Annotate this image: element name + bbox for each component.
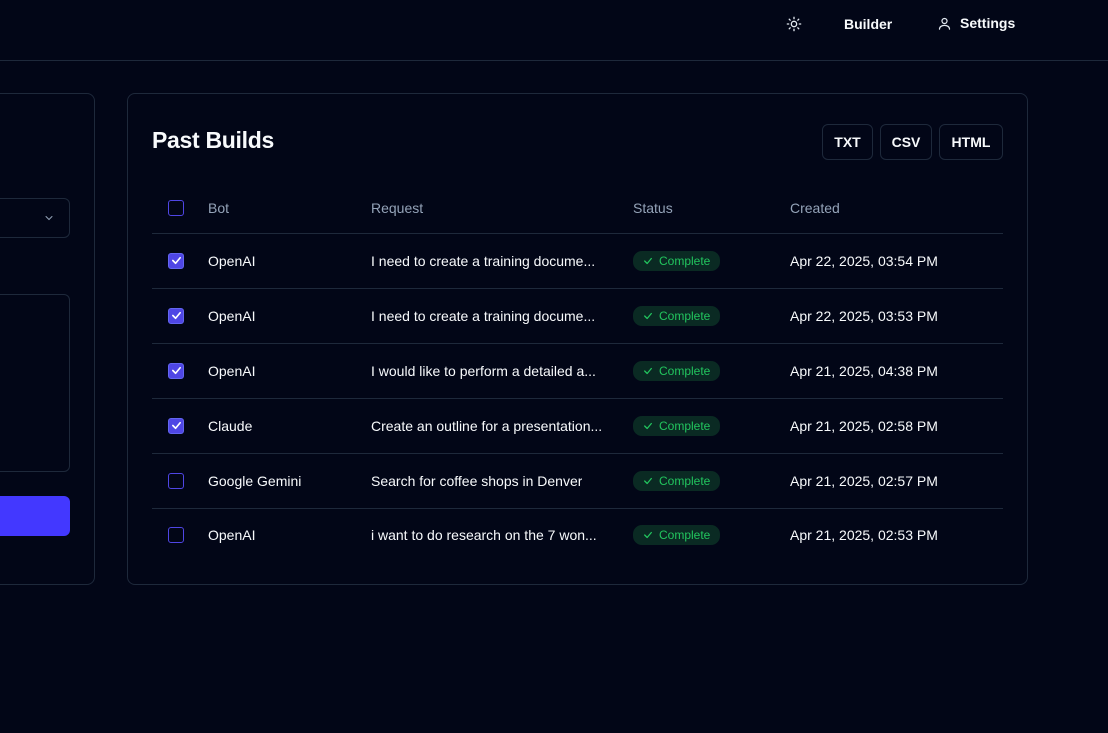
status-label: Complete xyxy=(659,473,711,488)
row-request: i want to do research on the 7 won... xyxy=(371,527,597,544)
column-header-status[interactable]: Status xyxy=(633,184,790,234)
status-label: Complete xyxy=(659,253,711,268)
check-icon xyxy=(644,257,652,264)
status-label: Complete xyxy=(659,363,711,378)
check-icon xyxy=(171,366,181,375)
nav-builder-link[interactable]: Builder xyxy=(844,16,892,32)
row-checkbox[interactable] xyxy=(168,362,184,379)
check-icon xyxy=(171,256,181,265)
top-nav: Builder Settings xyxy=(0,0,1108,61)
chevron-down-icon xyxy=(45,216,53,221)
export-html-button[interactable]: HTML xyxy=(939,124,1003,160)
row-request: I need to create a training docume... xyxy=(371,253,596,270)
past-builds-card: Past Builds TXT CSV HTML Bot Request Sta… xyxy=(127,93,1028,585)
row-request: Create an outline for a presentation... xyxy=(371,418,603,435)
column-header-bot[interactable]: Bot xyxy=(208,184,371,234)
status-badge: Complete xyxy=(633,305,721,326)
table-row[interactable]: OpenAI I need to create a training docum… xyxy=(152,288,1003,344)
row-bot: OpenAI xyxy=(208,526,256,543)
bot-select[interactable] xyxy=(0,198,70,238)
sun-icon xyxy=(786,16,802,32)
check-icon xyxy=(644,531,652,538)
status-badge: Complete xyxy=(633,250,721,271)
row-created: Apr 21, 2025, 02:57 PM xyxy=(790,453,1003,509)
row-checkbox[interactable] xyxy=(168,417,184,434)
nav-settings-label: Settings xyxy=(960,15,1016,31)
table-row[interactable]: Claude Create an outline for a presentat… xyxy=(152,398,1003,454)
table-row[interactable]: OpenAI I need to create a training docum… xyxy=(152,233,1003,289)
export-csv-button[interactable]: CSV xyxy=(880,124,932,160)
row-bot: OpenAI xyxy=(208,343,371,399)
row-created: Apr 22, 2025, 03:54 PM xyxy=(790,233,1003,289)
row-request: I need to create a training docume... xyxy=(371,308,596,325)
row-bot: Google Gemini xyxy=(208,453,371,509)
row-checkbox[interactable] xyxy=(168,307,184,324)
column-header-created[interactable]: Created xyxy=(790,184,1003,234)
check-icon xyxy=(644,422,652,429)
status-badge: Complete xyxy=(633,415,721,436)
row-bot: OpenAI xyxy=(208,288,371,344)
row-request: I would like to perform a detailed a... xyxy=(371,363,596,380)
select-all-checkbox[interactable] xyxy=(168,200,184,217)
request-textarea[interactable] xyxy=(0,294,70,472)
check-icon xyxy=(644,312,652,319)
column-header-request[interactable]: Request xyxy=(371,184,633,234)
builds-table: Bot Request Status Created OpenAI I need… xyxy=(152,184,1003,561)
check-icon xyxy=(644,367,652,374)
export-txt-button[interactable]: TXT xyxy=(822,124,873,160)
status-badge: Complete xyxy=(633,524,721,545)
theme-toggle-button[interactable] xyxy=(785,15,803,33)
row-checkbox[interactable] xyxy=(168,252,184,269)
row-created: Apr 21, 2025, 02:53 PM xyxy=(790,526,938,543)
status-badge: Complete xyxy=(633,360,721,381)
row-created: Apr 21, 2025, 04:38 PM xyxy=(790,343,1003,399)
row-checkbox[interactable] xyxy=(168,526,184,543)
status-badge: Complete xyxy=(633,470,721,491)
row-bot: Claude xyxy=(208,398,371,454)
row-checkbox[interactable] xyxy=(168,472,184,489)
table-header-row: Bot Request Status Created xyxy=(152,184,1003,234)
row-created: Apr 22, 2025, 03:53 PM xyxy=(790,288,1003,344)
status-label: Complete xyxy=(659,308,711,323)
check-icon xyxy=(171,421,181,430)
table-row[interactable]: OpenAI I would like to perform a detaile… xyxy=(152,343,1003,399)
status-label: Complete xyxy=(659,418,711,433)
check-icon xyxy=(171,311,181,320)
submit-button[interactable] xyxy=(0,496,70,536)
row-request: Search for coffee shops in Denver xyxy=(371,473,583,490)
page-title: Past Builds xyxy=(152,127,274,153)
user-icon xyxy=(938,17,951,30)
row-created: Apr 21, 2025, 02:58 PM xyxy=(790,398,1003,454)
status-label: Complete xyxy=(659,527,711,542)
check-icon xyxy=(644,477,652,484)
row-bot: OpenAI xyxy=(208,233,371,289)
table-row[interactable]: Google Gemini Search for coffee shops in… xyxy=(152,453,1003,509)
nav-settings-link[interactable]: Settings xyxy=(937,15,1015,31)
table-row[interactable]: OpenAI i want to do research on the 7 wo… xyxy=(152,508,1003,561)
